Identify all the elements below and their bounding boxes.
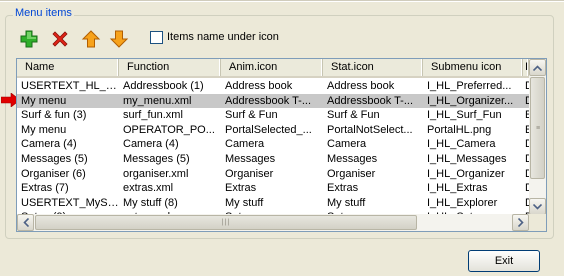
- vertical-scroll-thumb[interactable]: ≡: [530, 77, 545, 179]
- cell-anim-icon: Addressbook T-...: [225, 94, 312, 107]
- checkbox-box[interactable]: [150, 30, 163, 44]
- list-rows: USERTEXT_HL_P... Addressbook (1) Address b…: [17, 79, 529, 215]
- chevron-up-icon: [533, 64, 542, 71]
- table-row[interactable]: USERTEXT_MySt... My stuff (8) My stuff My s…: [17, 196, 529, 211]
- add-icon: [20, 30, 38, 48]
- scroll-left-button[interactable]: [17, 214, 34, 231]
- cell-name: USERTEXT_HL_P...: [21, 80, 119, 92]
- column-header-name[interactable]: Name: [17, 59, 119, 76]
- cell-function: My stuff (8): [123, 196, 178, 209]
- cell-submenu-icon: I_HL_Organizer: [427, 167, 505, 180]
- delete-button[interactable]: [48, 27, 72, 51]
- scroll-right-button[interactable]: [512, 214, 529, 231]
- cell-stat-icon: PortalNotSelect...: [327, 123, 413, 136]
- top-separator: [0, 0, 564, 2]
- cell-anim-icon: Organiser: [225, 167, 274, 180]
- add-button[interactable]: [17, 27, 41, 51]
- cell-anim-icon: My stuff: [225, 196, 264, 209]
- cell-name: Camera (4): [21, 138, 77, 151]
- cell-submenu-icon: I_HL_Organizer...: [427, 94, 514, 107]
- cell-stat-icon: Addressbook T-...: [327, 94, 414, 107]
- chevron-right-icon: [517, 218, 524, 227]
- move-up-button[interactable]: [79, 27, 103, 51]
- cell-stat-icon: Surf & Fun: [327, 109, 380, 122]
- cell-function: Addressbook (1): [123, 80, 204, 92]
- move-down-button[interactable]: [107, 27, 131, 51]
- scroll-down-button[interactable]: [529, 198, 546, 215]
- cell-function: my_menu.xml: [123, 94, 192, 107]
- menu-items-list[interactable]: Name Function Anim.icon Stat.icon Submen…: [16, 58, 547, 232]
- cell-submenu-icon: PortalHL.png: [427, 123, 492, 136]
- table-row[interactable]: USERTEXT_HL_P... Addressbook (1) Address b…: [17, 79, 529, 94]
- cell-function: extras.xml: [123, 182, 174, 195]
- cell-anim-icon: Camera: [225, 138, 265, 151]
- chevron-down-icon: [533, 203, 542, 210]
- cell-submenu-icon: I_HL_Preferred...: [427, 80, 512, 92]
- column-header-stat-icon[interactable]: Stat.icon: [323, 59, 423, 76]
- cell-name: My menu: [21, 94, 67, 107]
- table-row[interactable]: Extras (7) extras.xml Extras Extras I_HL_Ext…: [17, 181, 529, 196]
- cell-stat-icon: Extras: [327, 182, 359, 195]
- cell-name: Extras (7): [21, 182, 69, 195]
- cell-function: surf_fun.xml: [123, 109, 183, 122]
- chevron-left-icon: [22, 218, 29, 227]
- cell-submenu-icon: I_HL_Explorer: [427, 196, 498, 209]
- cell-function: Messages (5): [123, 152, 190, 165]
- horizontal-scroll-thumb[interactable]: |||: [35, 215, 417, 230]
- list-header: Name Function Anim.icon Stat.icon Submen…: [17, 59, 529, 78]
- horizontal-scrollbar[interactable]: |||: [17, 214, 529, 231]
- scrollbar-corner: [529, 214, 546, 231]
- cell-function: organiser.xml: [123, 167, 189, 180]
- cell-anim-icon: Address book: [225, 80, 293, 92]
- grip-icon-h: |||: [221, 219, 231, 226]
- table-row[interactable]: My menu my_menu.xml Addressbook T-... Addre…: [17, 93, 529, 109]
- cell-name: USERTEXT_MySt...: [21, 196, 119, 209]
- scroll-up-button[interactable]: [529, 59, 546, 76]
- cell-anim-icon: Surf & Fun: [225, 109, 278, 122]
- cell-stat-icon: Messages: [327, 152, 378, 165]
- group-title: Menu items: [13, 7, 74, 19]
- table-row[interactable]: Messages (5) Messages (5) Messages Messages…: [17, 152, 529, 167]
- column-header-anim-icon[interactable]: Anim.icon: [221, 59, 323, 76]
- cell-stat-icon: Organiser: [327, 167, 376, 180]
- cell-function: Camera (4): [123, 138, 179, 151]
- cell-anim-icon: Messages: [225, 152, 276, 165]
- table-row[interactable]: My menu OPERATOR_PO... PortalSelected_... P…: [17, 123, 529, 138]
- column-header-function[interactable]: Function: [119, 59, 221, 76]
- cell-stat-icon: My stuff: [327, 196, 366, 209]
- cell-name: Organiser (6): [21, 167, 86, 180]
- exit-button[interactable]: Exit: [468, 250, 540, 272]
- cell-anim-icon: Extras: [225, 182, 257, 195]
- grip-icon: ≡: [535, 124, 540, 132]
- cell-stat-icon: Camera: [327, 138, 367, 151]
- column-header-submenu-icon[interactable]: Submenu icon: [423, 59, 523, 76]
- cell-anim-icon: PortalSelected_...: [225, 123, 312, 136]
- vertical-scrollbar[interactable]: ≡: [529, 59, 546, 215]
- cell-stat-icon: Address book: [327, 80, 395, 92]
- table-row[interactable]: Camera (4) Camera (4) Camera Camera I_HL_Cam…: [17, 137, 529, 152]
- cell-name: Surf & fun (3): [21, 109, 87, 122]
- cell-function: OPERATOR_PO...: [123, 123, 215, 136]
- cell-submenu-icon: I_HL_Surf_Fun: [427, 109, 502, 122]
- table-row[interactable]: Surf & fun (3) surf_fun.xml Surf & Fun Surf…: [17, 108, 529, 123]
- cell-submenu-icon: I_HL_Messages: [427, 152, 507, 165]
- cell-submenu-icon: I_HL_Camera: [427, 138, 496, 151]
- cell-name: Messages (5): [21, 152, 88, 165]
- table-row[interactable]: Organiser (6) organiser.xml Organiser Organ…: [17, 167, 529, 182]
- arrow-down-icon: [109, 30, 129, 48]
- items-name-under-icon-checkbox[interactable]: Items name under icon: [150, 29, 279, 45]
- cell-name: My menu: [21, 123, 67, 136]
- arrow-up-icon: [81, 30, 101, 48]
- checkbox-label: Items name under icon: [167, 31, 279, 43]
- cell-submenu-icon: I_HL_Extras: [427, 182, 488, 195]
- delete-icon: [52, 31, 68, 47]
